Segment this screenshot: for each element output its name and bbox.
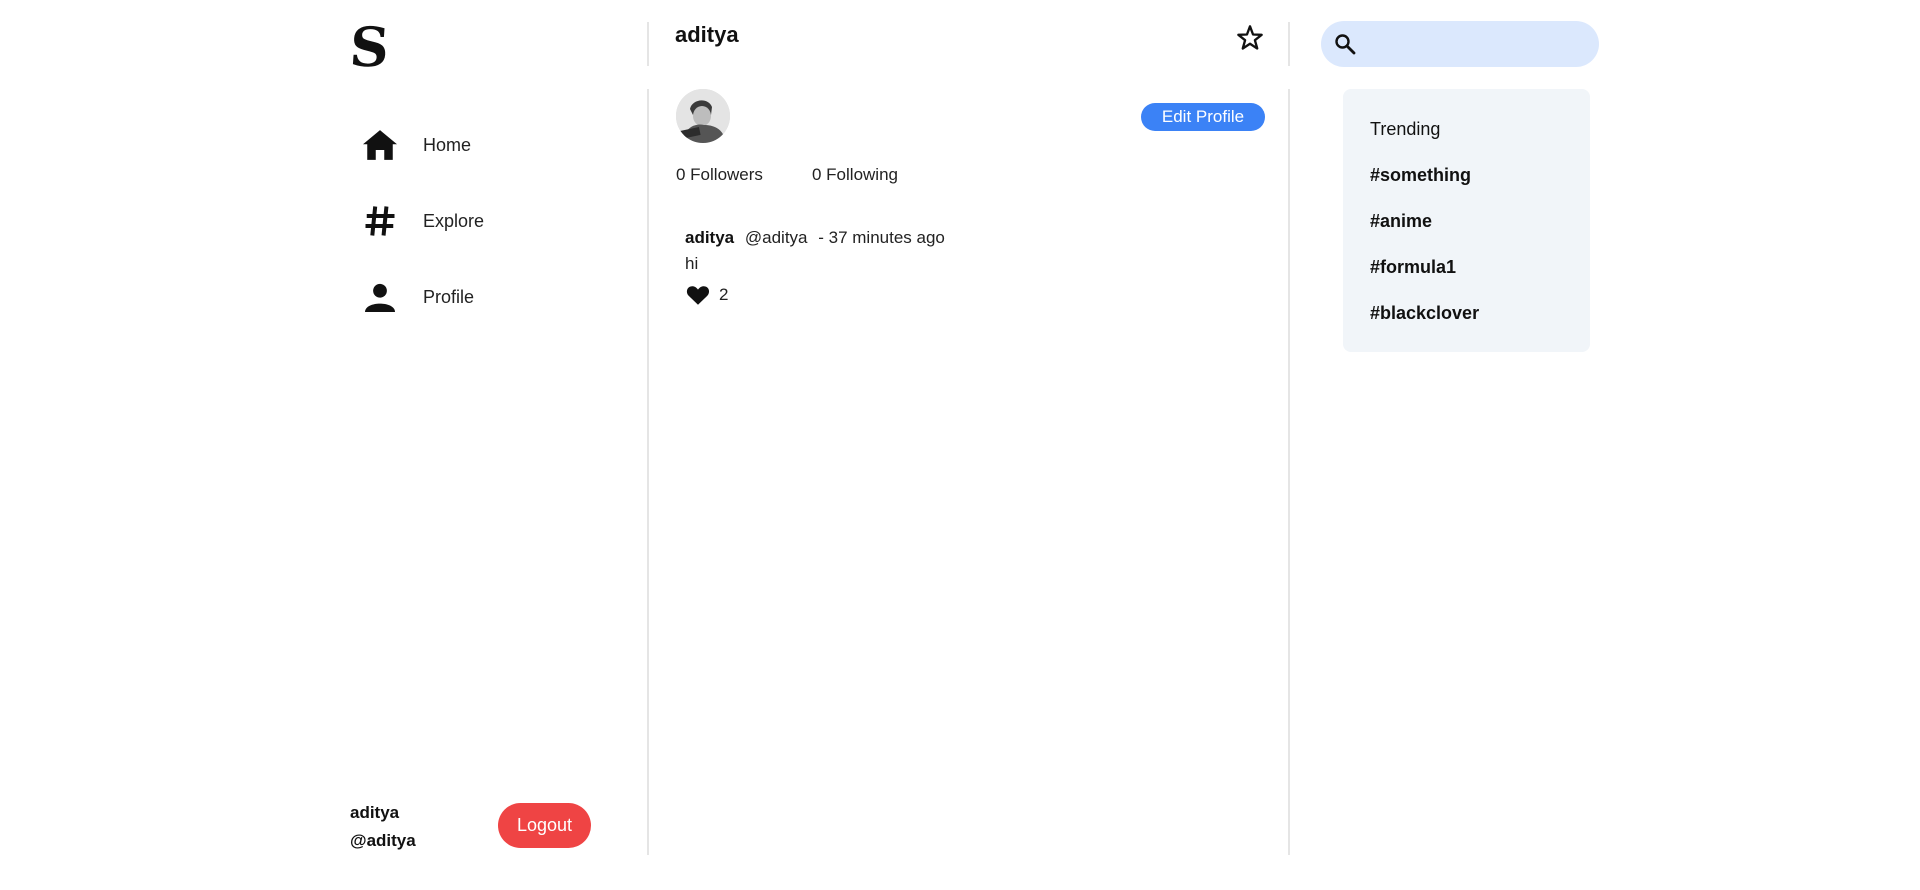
left-divider-top [647, 22, 649, 66]
trending-tag[interactable]: #something [1370, 165, 1471, 186]
post-text: hi [685, 254, 699, 273]
like-count: 2 [719, 285, 729, 304]
logo-letter: S [347, 15, 392, 79]
heart-icon[interactable] [685, 282, 711, 308]
sidebar-nav: Home Explore Profile [360, 125, 640, 353]
right-divider-top [1288, 22, 1290, 66]
search-icon [1333, 32, 1357, 56]
trending-panel: Trending #something #anime #formula1 #bl… [1343, 89, 1590, 352]
post-timestamp: - 37 minutes ago [818, 228, 945, 247]
trending-tag[interactable]: #anime [1370, 211, 1432, 232]
star-icon[interactable] [1236, 24, 1264, 52]
person-icon [360, 277, 400, 317]
right-divider [1288, 89, 1290, 855]
user-handle: @aditya [350, 831, 416, 850]
logout-button[interactable]: Logout [498, 803, 591, 848]
current-user: aditya @aditya Logout [350, 803, 600, 863]
post-header: aditya @aditya - 37 minutes ago [685, 228, 1245, 248]
user-name: aditya [350, 803, 400, 822]
post-handle[interactable]: @aditya [745, 228, 808, 247]
sidebar-item-label: Explore [423, 210, 485, 231]
search-bar[interactable] [1321, 21, 1599, 67]
hashtag-icon [360, 201, 400, 241]
trending-title: Trending [1370, 119, 1441, 139]
sidebar-item-home[interactable]: Home [360, 125, 640, 165]
post-actions: 2 [685, 282, 1245, 308]
sidebar-item-label: Profile [423, 286, 475, 307]
app-logo[interactable]: S [347, 15, 392, 79]
left-divider [647, 89, 649, 855]
post-author[interactable]: aditya [685, 228, 734, 247]
home-icon [360, 125, 400, 165]
followers-count[interactable]: 0 Followers [676, 165, 763, 185]
following-count[interactable]: 0 Following [812, 165, 898, 185]
avatar[interactable] [676, 89, 730, 143]
trending-tag[interactable]: #formula1 [1370, 257, 1456, 278]
sidebar-item-profile[interactable]: Profile [360, 277, 640, 317]
search-input[interactable] [1365, 29, 1589, 61]
trending-tag[interactable]: #blackclover [1370, 303, 1479, 324]
page-title: aditya [675, 22, 739, 47]
edit-profile-button[interactable]: Edit Profile [1141, 103, 1265, 131]
sidebar-item-explore[interactable]: Explore [360, 201, 640, 241]
post-item: aditya @aditya - 37 minutes ago hi 2 [685, 228, 1245, 308]
sidebar-item-label: Home [423, 134, 472, 155]
